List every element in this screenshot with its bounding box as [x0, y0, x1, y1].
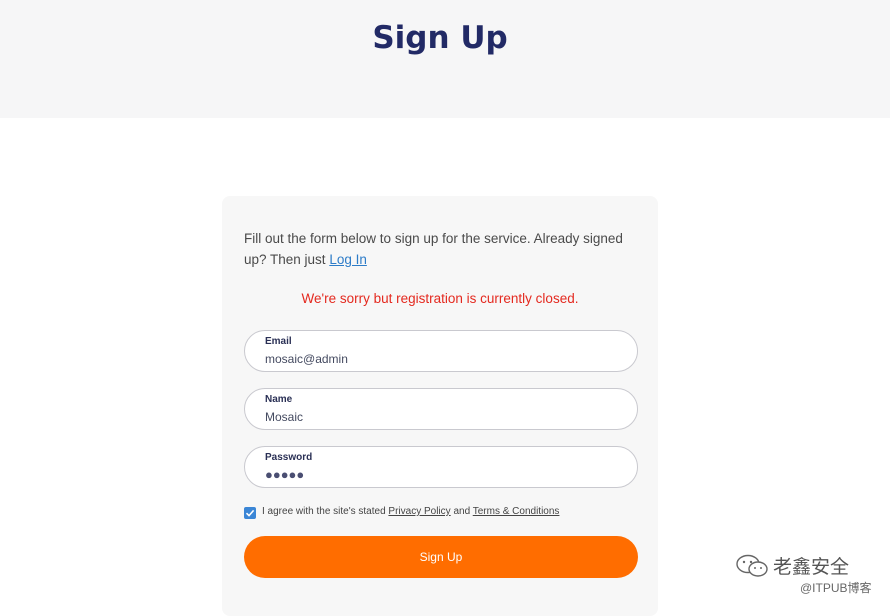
name-value[interactable]: Mosaic: [265, 410, 303, 424]
agree-row: I agree with the site's stated Privacy P…: [244, 506, 644, 520]
page-title: Sign Up: [372, 20, 508, 56]
email-field[interactable]: Email mosaic@admin: [244, 330, 638, 372]
signup-button[interactable]: Sign Up: [244, 536, 638, 578]
login-link[interactable]: Log In: [329, 252, 367, 267]
email-label: Email: [265, 336, 292, 347]
intro-text-body: Fill out the form below to sign up for t…: [244, 231, 623, 267]
watermark: 老鑫安全 @ITPUB博客: [735, 548, 885, 598]
agree-text-before: I agree with the site's stated: [262, 506, 389, 517]
agree-text-middle: and: [450, 506, 473, 517]
terms-link[interactable]: Terms & Conditions: [473, 506, 560, 517]
agree-text: I agree with the site's stated Privacy P…: [262, 506, 559, 517]
privacy-policy-link[interactable]: Privacy Policy: [388, 506, 450, 517]
error-message: We're sorry but registration is currentl…: [301, 291, 579, 306]
page-header: Sign Up: [0, 0, 890, 118]
email-value[interactable]: mosaic@admin: [265, 352, 348, 366]
password-field[interactable]: Password ●●●●●: [244, 446, 638, 488]
name-label: Name: [265, 394, 293, 405]
wechat-icon: [736, 554, 768, 577]
watermark-subtitle: @ITPUB博客: [800, 581, 872, 595]
password-value[interactable]: ●●●●●: [265, 467, 304, 482]
intro-text: Fill out the form below to sign up for t…: [244, 228, 644, 270]
watermark-title: 老鑫安全: [773, 556, 850, 578]
checkmark-icon: [245, 509, 255, 517]
password-label: Password: [265, 452, 313, 463]
signup-card: Fill out the form below to sign up for t…: [222, 196, 658, 616]
name-field[interactable]: Name Mosaic: [244, 388, 638, 430]
agree-checkbox[interactable]: [244, 507, 256, 519]
